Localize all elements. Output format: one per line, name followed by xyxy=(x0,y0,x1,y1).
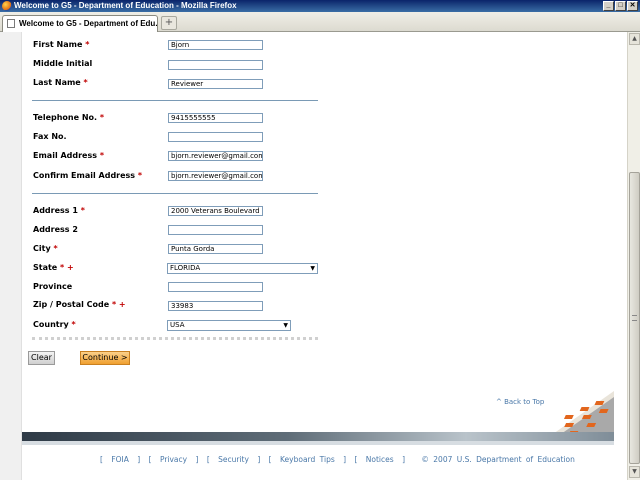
window-title-bar: Welcome to G5 - Department of Education … xyxy=(0,0,640,12)
state-label: State * + xyxy=(33,263,74,272)
province-label: Province xyxy=(33,282,73,291)
footer-copyright: © 2007 U.S. Department of Education xyxy=(421,455,575,464)
footer-links: [ FOIA ] [ Privacy ] [ Security ] [ Keyb… xyxy=(100,455,575,464)
back-to-top-link[interactable]: ^ Back to Top xyxy=(496,398,544,406)
zip-label: Zip / Postal Code * + xyxy=(33,300,126,309)
confirm-email-field[interactable]: bjorn.reviewer@gmail.com xyxy=(168,171,263,181)
address1-field[interactable]: 2000 Veterans Boulevard xyxy=(168,206,263,216)
footer-banner xyxy=(22,432,614,441)
scrollbar-thumb[interactable] xyxy=(629,172,640,464)
state-select[interactable]: FLORIDA ▼ xyxy=(167,263,318,274)
address2-field[interactable] xyxy=(168,225,263,235)
maximize-button[interactable]: □ xyxy=(615,1,626,11)
chevron-down-icon: ▼ xyxy=(283,322,288,329)
tab-strip: Welcome to G5 - Department of Edu... + xyxy=(0,12,640,32)
middle-initial-field[interactable] xyxy=(168,60,263,70)
email-field[interactable]: bjorn.reviewer@gmail.com xyxy=(168,151,263,161)
state-selected-value: FLORIDA xyxy=(170,264,201,272)
grip-icon xyxy=(632,315,637,321)
footer-link-privacy[interactable]: Privacy xyxy=(160,455,187,464)
last-name-field[interactable]: Reviewer xyxy=(168,79,263,89)
footer-link-keyboard-tips[interactable]: Keyboard Tips xyxy=(280,455,335,464)
page-icon xyxy=(7,19,15,28)
continue-button[interactable]: Continue > xyxy=(80,351,130,365)
middle-initial-label: Middle Initial xyxy=(33,59,93,68)
city-label: City * xyxy=(33,244,58,253)
window-title: Welcome to G5 - Department of Education … xyxy=(14,1,237,10)
first-name-label: First Name * xyxy=(33,40,90,49)
section-divider xyxy=(32,100,318,101)
country-selected-value: USA xyxy=(170,321,185,329)
firefox-icon xyxy=(2,1,12,11)
fax-field[interactable] xyxy=(168,132,263,142)
last-name-label: Last Name * xyxy=(33,78,88,87)
city-field[interactable]: Punta Gorda xyxy=(168,244,263,254)
vertical-scrollbar[interactable]: ▲ ▼ xyxy=(627,32,640,480)
confirm-email-label: Confirm Email Address * xyxy=(33,171,143,180)
tab-welcome-g5[interactable]: Welcome to G5 - Department of Edu... xyxy=(2,15,158,32)
close-button[interactable]: ✕ xyxy=(627,1,638,11)
new-tab-button[interactable]: + xyxy=(161,16,177,30)
chevron-down-icon: ▼ xyxy=(310,265,315,272)
address1-label: Address 1 * xyxy=(33,206,85,215)
tab-label: Welcome to G5 - Department of Edu... xyxy=(19,19,158,28)
scroll-down-arrow-icon[interactable]: ▼ xyxy=(629,466,640,478)
address2-label: Address 2 xyxy=(33,225,78,234)
page-left-margin xyxy=(0,32,22,480)
clear-button[interactable]: Clear xyxy=(28,351,55,365)
minimize-button[interactable]: _ xyxy=(603,1,614,11)
zip-field[interactable]: 33983 xyxy=(168,301,263,311)
first-name-field[interactable]: Bjorn xyxy=(168,40,263,50)
country-select[interactable]: USA ▼ xyxy=(167,320,291,331)
province-field[interactable] xyxy=(168,282,263,292)
email-label: Email Address * xyxy=(33,151,104,160)
country-label: Country * xyxy=(33,320,76,329)
telephone-field[interactable]: 9415555555 xyxy=(168,113,263,123)
footer-link-security[interactable]: Security xyxy=(218,455,249,464)
footer-link-notices[interactable]: Notices xyxy=(366,455,394,464)
footer-banner-shelf xyxy=(22,441,614,445)
section-divider xyxy=(32,193,318,194)
footer-link-foia[interactable]: FOIA xyxy=(111,455,129,464)
telephone-label: Telephone No. * xyxy=(33,113,105,122)
dotted-divider xyxy=(32,337,318,340)
fax-label: Fax No. xyxy=(33,132,67,141)
scroll-up-arrow-icon[interactable]: ▲ xyxy=(629,33,640,45)
